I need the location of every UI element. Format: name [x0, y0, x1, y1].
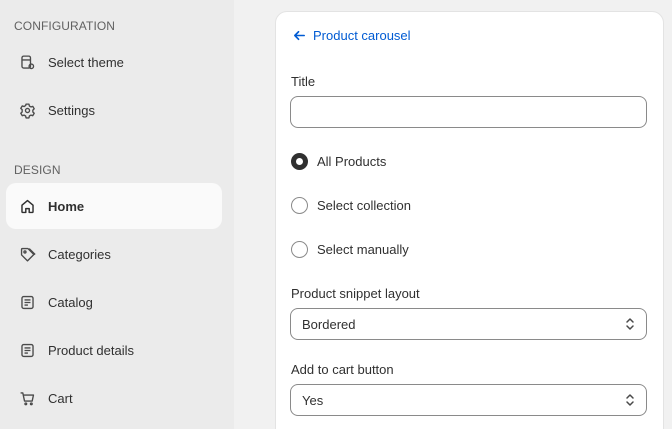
design-heading: DESIGN — [14, 163, 61, 177]
sidebar-item-select-theme[interactable]: Select theme — [6, 39, 222, 85]
settings-panel: Product carousel Title All Products Sele… — [275, 11, 664, 429]
radio-all-products[interactable]: All Products — [291, 153, 386, 170]
configuration-heading: CONFIGURATION — [14, 19, 116, 33]
cart-button-label: Add to cart button — [291, 362, 394, 377]
radio-label: Select manually — [317, 242, 409, 257]
cart-button-select-value: Yes — [302, 392, 324, 408]
sidebar-item-label: Catalog — [48, 294, 93, 310]
sidebar-item-label: Select theme — [48, 54, 124, 70]
gear-icon — [17, 100, 37, 120]
layout-select[interactable]: Bordered — [290, 308, 647, 340]
content-background — [234, 0, 274, 429]
chevron-updown-icon — [626, 318, 634, 330]
cart-icon — [17, 388, 37, 408]
sidebar-item-settings[interactable]: Settings — [6, 87, 222, 133]
product-details-icon — [17, 340, 37, 360]
sidebar-item-label: Cart — [48, 390, 73, 406]
title-label: Title — [291, 74, 316, 89]
radio-label: All Products — [317, 154, 387, 169]
title-input[interactable] — [290, 96, 647, 128]
sidebar-item-label: Settings — [48, 102, 95, 118]
layout-select-value: Bordered — [302, 316, 356, 332]
back-link-label: Product carousel — [313, 28, 411, 43]
arrow-left-icon — [294, 30, 305, 41]
layout-label: Product snippet layout — [291, 286, 420, 301]
tag-icon — [17, 244, 37, 264]
sidebar-item-product-details[interactable]: Product details — [6, 327, 222, 373]
sidebar-item-label: Home — [48, 198, 85, 214]
radio-label: Select collection — [317, 198, 411, 213]
sidebar-item-cart[interactable]: Cart — [6, 375, 222, 421]
chevron-updown-icon — [626, 394, 634, 406]
home-icon — [17, 196, 37, 216]
radio-select-collection[interactable]: Select collection — [291, 197, 411, 214]
sidebar-item-catalog[interactable]: Catalog — [6, 279, 222, 325]
cart-button-select[interactable]: Yes — [290, 384, 647, 416]
sidebar: CONFIGURATION Select theme Settings DESI… — [0, 0, 234, 429]
radio-button[interactable] — [291, 241, 308, 258]
radio-select-manually[interactable]: Select manually — [291, 241, 409, 258]
sidebar-item-home[interactable]: Home — [6, 183, 222, 229]
back-link[interactable]: Product carousel — [292, 28, 411, 43]
theme-icon — [17, 52, 37, 72]
catalog-icon — [17, 292, 37, 312]
sidebar-item-label: Categories — [48, 246, 111, 262]
radio-button[interactable] — [291, 197, 308, 214]
radio-button-checked[interactable] — [291, 153, 308, 170]
sidebar-item-label: Product details — [48, 342, 134, 358]
sidebar-item-categories[interactable]: Categories — [6, 231, 222, 277]
